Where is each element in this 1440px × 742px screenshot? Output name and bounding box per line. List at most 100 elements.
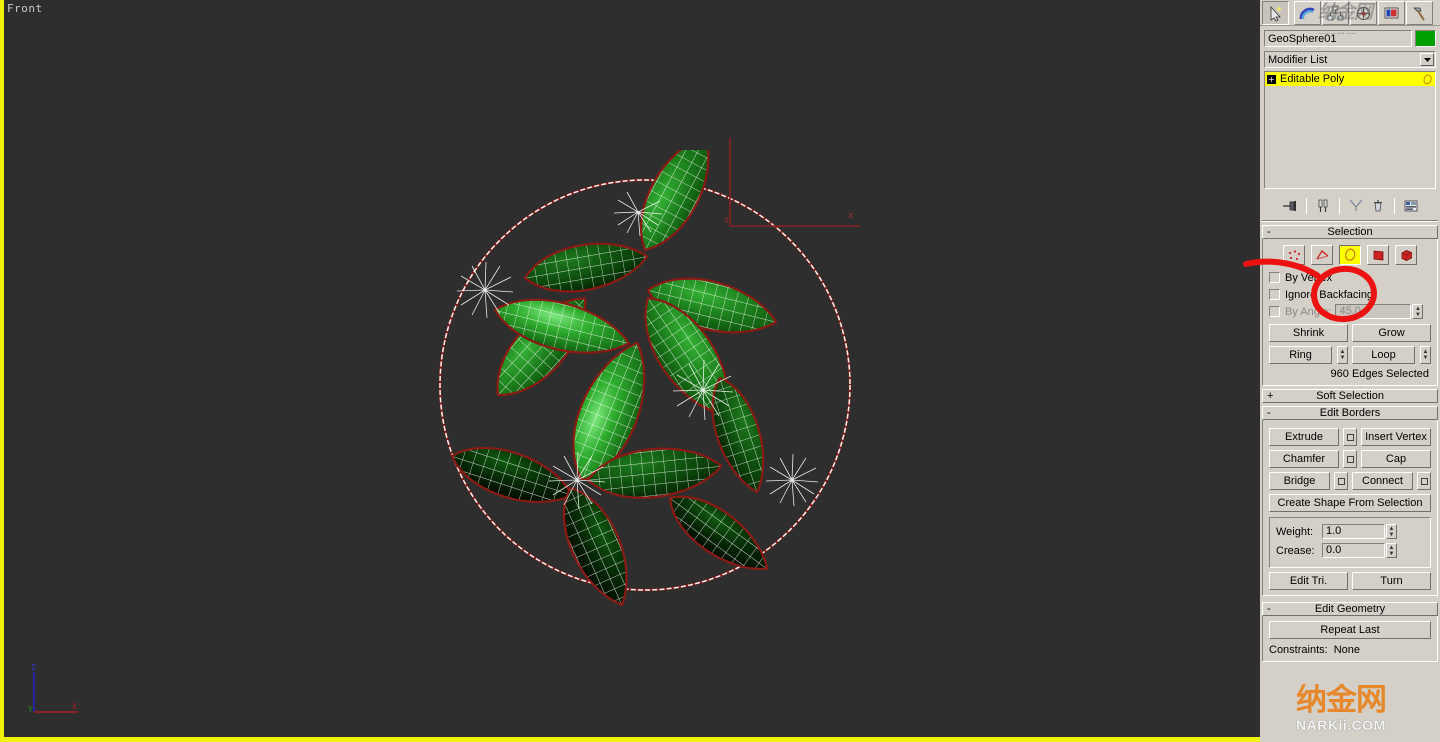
by-vertex-label: By Vertex	[1285, 271, 1333, 284]
loop-spinner[interactable]: ▲ ▼	[1420, 346, 1431, 364]
weight-label: Weight:	[1276, 525, 1314, 538]
axis-z-label: Z	[31, 663, 36, 672]
cap-button[interactable]: Cap	[1361, 450, 1431, 468]
by-angle-checkbox[interactable]	[1269, 306, 1280, 317]
stack-item-label: Editable Poly	[1280, 73, 1345, 85]
crease-field[interactable]: 0.0	[1322, 543, 1385, 558]
object-name-row: GeoSphere01	[1260, 26, 1440, 49]
by-vertex-checkbox[interactable]	[1269, 272, 1280, 283]
show-end-result-icon[interactable]	[1312, 196, 1334, 216]
insert-vertex-button[interactable]: Insert Vertex	[1361, 428, 1431, 446]
settings-square-icon	[1337, 477, 1345, 485]
connect-settings-button[interactable]	[1417, 472, 1431, 490]
remove-modifier-icon[interactable]	[1367, 196, 1389, 216]
rollout-title-edit-geometry: Edit Geometry	[1314, 603, 1386, 615]
viewport-front[interactable]: Front z x Z Y X	[0, 0, 1260, 742]
modifier-stack[interactable]: + Editable Poly	[1264, 71, 1436, 189]
hierarchy-tab[interactable]	[1322, 1, 1349, 25]
sub-object-polygon-button[interactable]	[1367, 245, 1389, 265]
edge-lines-icon	[1315, 249, 1328, 259]
crease-spinner[interactable]: ▲ ▼	[1386, 543, 1397, 558]
viewport-active-border-left	[0, 0, 4, 742]
rollout-header-soft-selection[interactable]: + Soft Selection	[1262, 389, 1438, 403]
ring-spinner[interactable]: ▲ ▼	[1337, 346, 1348, 364]
rollout-title-selection: Selection	[1327, 226, 1373, 238]
sub-object-edge-button[interactable]	[1311, 245, 1333, 265]
shrink-button[interactable]: Shrink	[1269, 324, 1348, 342]
stack-item-editable-poly[interactable]: + Editable Poly	[1265, 72, 1435, 86]
bridge-settings-button[interactable]	[1334, 472, 1348, 490]
chamfer-settings-button[interactable]	[1343, 450, 1357, 468]
utilities-tab[interactable]	[1406, 1, 1433, 25]
rollout-sign-selection: -	[1267, 226, 1271, 238]
bridge-button[interactable]: Bridge	[1269, 472, 1330, 490]
crease-row: Crease: 0.0 ▲ ▼	[1276, 542, 1424, 559]
pin-stack-icon[interactable]	[1279, 196, 1301, 216]
axis-y-label: Y	[28, 705, 33, 714]
display-tab[interactable]	[1378, 1, 1405, 25]
by-angle-field[interactable]: 45.0	[1335, 304, 1412, 319]
object-color-swatch[interactable]	[1415, 30, 1436, 47]
gizmo-z-label: z	[724, 215, 729, 224]
grow-button[interactable]: Grow	[1352, 324, 1431, 342]
rollout-header-selection[interactable]: - Selection	[1262, 225, 1438, 239]
bridge-row: Bridge Connect	[1269, 472, 1431, 490]
stack-sep-3	[1393, 198, 1395, 214]
by-angle-spinner[interactable]: ▲ ▼	[1412, 304, 1424, 319]
ring-loop-row: Ring ▲ ▼ Loop ▲ ▼	[1269, 346, 1431, 364]
vertex-dots-icon	[1288, 249, 1300, 260]
turn-button[interactable]: Turn	[1352, 572, 1431, 590]
border-loop-icon	[1344, 248, 1355, 261]
by-vertex-row[interactable]: By Vertex	[1269, 269, 1431, 286]
arrow-cursor-icon	[1270, 5, 1282, 22]
object-name-field[interactable]: GeoSphere01	[1264, 30, 1412, 47]
loop-button[interactable]: Loop	[1352, 346, 1415, 364]
edit-tri-turn-row: Edit Tri. Turn	[1269, 572, 1431, 590]
constraints-value[interactable]: None	[1334, 644, 1360, 656]
sub-object-vertex-button[interactable]	[1283, 245, 1305, 265]
weight-field[interactable]: 1.0	[1322, 524, 1385, 539]
rollout-header-edit-borders[interactable]: - Edit Borders	[1262, 406, 1438, 420]
ring-button[interactable]: Ring	[1269, 346, 1332, 364]
weight-spinner[interactable]: ▲ ▼	[1386, 524, 1397, 539]
extrude-row: Extrude Insert Vertex	[1269, 428, 1431, 446]
chevron-down-icon[interactable]	[1420, 53, 1434, 66]
repeat-last-row: Repeat Last	[1269, 621, 1431, 639]
create-shape-row: Create Shape From Selection	[1269, 494, 1431, 512]
repeat-last-button[interactable]: Repeat Last	[1269, 621, 1431, 639]
rollout-header-edit-geometry[interactable]: - Edit Geometry	[1262, 602, 1438, 616]
modifier-list-dropdown[interactable]: Modifier List	[1264, 51, 1436, 68]
create-shape-from-selection-button[interactable]: Create Shape From Selection	[1269, 494, 1431, 512]
extrude-settings-button[interactable]	[1343, 428, 1357, 446]
border-loop-icon	[1423, 73, 1432, 84]
motion-tab[interactable]	[1350, 1, 1377, 25]
ignore-backfacing-checkbox[interactable]	[1269, 289, 1280, 300]
modifier-list-label: Modifier List	[1268, 54, 1328, 66]
extrude-button[interactable]: Extrude	[1269, 428, 1339, 446]
by-angle-label: By Angle:	[1285, 305, 1332, 318]
axis-x-label: X	[72, 702, 77, 711]
crease-label: Crease:	[1276, 544, 1315, 557]
command-panel-tabs	[1260, 0, 1440, 26]
element-cube-icon	[1401, 249, 1412, 261]
weight-crease-box: Weight: 1.0 ▲ ▼ Crease: 0.0 ▲ ▼	[1269, 517, 1431, 568]
viewport-label[interactable]: Front	[7, 2, 43, 15]
configure-modifier-sets-icon[interactable]	[1400, 196, 1422, 216]
hammer-icon	[1413, 7, 1425, 21]
rollout-sign-edit-borders: -	[1267, 407, 1271, 419]
modify-tab[interactable]	[1294, 1, 1321, 25]
make-unique-icon[interactable]	[1345, 196, 1367, 216]
sub-object-border-button[interactable]	[1339, 245, 1361, 265]
by-angle-row[interactable]: By Angle: 45.0 ▲ ▼	[1269, 303, 1431, 320]
create-tab[interactable]	[1262, 1, 1289, 25]
connect-button[interactable]: Connect	[1352, 472, 1413, 490]
stack-sep-1	[1305, 198, 1307, 214]
ignore-backfacing-row[interactable]: Ignore Backfacing	[1269, 286, 1431, 303]
expand-plus-icon[interactable]: +	[1267, 74, 1276, 84]
rollout-title-soft-selection: Soft Selection	[1316, 390, 1384, 402]
chamfer-button[interactable]: Chamfer	[1269, 450, 1339, 468]
sub-object-element-button[interactable]	[1395, 245, 1417, 265]
transform-gizmo[interactable]: z x	[720, 138, 865, 233]
edit-tri-button[interactable]: Edit Tri.	[1269, 572, 1348, 590]
rollout-sign-edit-geometry: -	[1267, 603, 1271, 615]
